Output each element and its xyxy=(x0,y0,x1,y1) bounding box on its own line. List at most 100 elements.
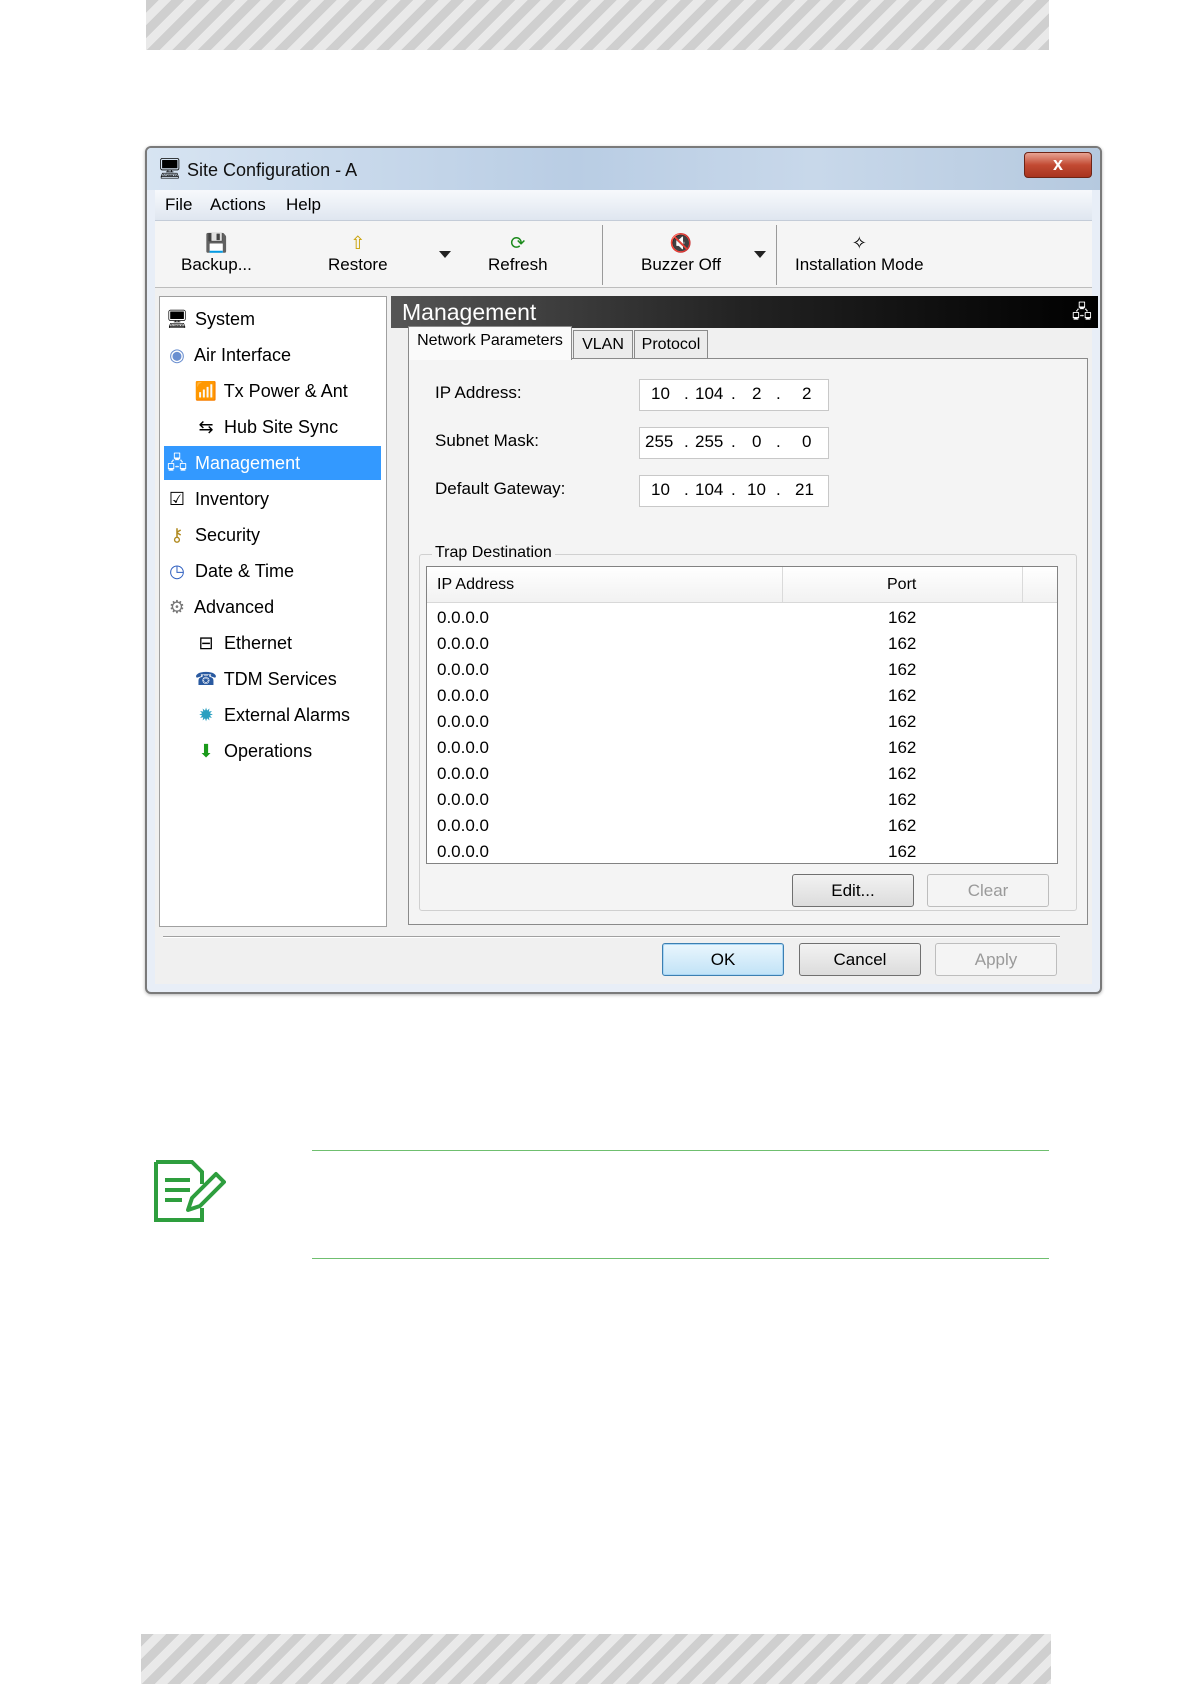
table-row[interactable]: 0.0.0.0 162 xyxy=(427,734,1057,760)
sync-icon: ⇆ xyxy=(198,417,214,437)
tree-item-security[interactable]: ⚷ Security xyxy=(164,518,384,552)
buzzer-off-icon: 🔇 xyxy=(669,233,693,253)
tree-item-tx-power[interactable]: 📶 Tx Power & Ant xyxy=(193,374,383,408)
title-bar[interactable]: 🖥 Site Configuration - A x xyxy=(147,148,1100,190)
tree-item-label: Ethernet xyxy=(224,633,293,653)
octet-dot: . xyxy=(731,432,736,451)
octet-dot: . xyxy=(684,480,689,499)
menu-actions[interactable]: Actions xyxy=(210,195,266,215)
column-divider xyxy=(1022,567,1023,602)
table-row[interactable]: 0.0.0.0 162 xyxy=(427,760,1057,786)
default-gateway-field[interactable]: 10 . 104 . 10 . 21 xyxy=(639,475,829,507)
apply-button[interactable]: Apply xyxy=(935,943,1057,976)
table-row[interactable]: 0.0.0.0 162 xyxy=(427,812,1057,838)
cell-ip: 0.0.0.0 xyxy=(437,608,489,627)
panel-title: Management xyxy=(402,299,537,325)
tdm-icon: ☎ xyxy=(194,669,218,689)
clear-button[interactable]: Clear xyxy=(927,874,1049,907)
ip-address-field[interactable]: 10 . 104 . 2 . 2 xyxy=(639,379,829,411)
button-bar-separator xyxy=(163,936,1060,938)
cell-port: 162 xyxy=(888,790,917,809)
refresh-button[interactable]: ⟳ Refresh xyxy=(488,231,548,275)
tree-item-operations[interactable]: ⬇ Operations xyxy=(193,734,383,768)
column-header-ip-address[interactable]: IP Address xyxy=(437,576,514,594)
tree-item-external-alarms[interactable]: ✹ External Alarms xyxy=(193,698,383,732)
menu-bar: File Actions Help xyxy=(155,190,1092,221)
navigation-tree: 🖥 System ◉ Air Interface 📶 Tx Power & An… xyxy=(159,296,387,927)
table-row[interactable]: 0.0.0.0 162 xyxy=(427,682,1057,708)
air-interface-icon: ◉ xyxy=(169,345,185,365)
octet-dot: . xyxy=(776,384,781,403)
restore-dropdown-icon[interactable] xyxy=(439,251,451,258)
system-icon: 🖥 xyxy=(165,309,189,329)
cell-ip: 0.0.0.0 xyxy=(437,712,489,731)
cell-port: 162 xyxy=(888,738,917,757)
default-gateway-label: Default Gateway: xyxy=(435,479,566,498)
cell-port: 162 xyxy=(888,686,917,705)
note-bottom-rule xyxy=(312,1258,1049,1259)
cell-ip: 0.0.0.0 xyxy=(437,790,489,809)
ip-octet: 10 xyxy=(651,384,670,403)
table-row[interactable]: 0.0.0.0 162 xyxy=(427,708,1057,734)
window-client: File Actions Help 💾 Backup... ⇧ Restore … xyxy=(155,190,1098,984)
cell-ip: 0.0.0.0 xyxy=(437,686,489,705)
column-header-port[interactable]: Port xyxy=(887,576,916,594)
menu-help[interactable]: Help xyxy=(286,195,321,215)
tree-item-label: Management xyxy=(195,453,301,473)
restore-label: Restore xyxy=(328,255,388,274)
backup-label: Backup... xyxy=(181,255,252,274)
cell-port: 162 xyxy=(888,608,917,627)
installation-mode-button[interactable]: ✧ Installation Mode xyxy=(795,231,924,275)
tree-item-ethernet[interactable]: ⊟ Ethernet xyxy=(193,626,383,660)
tree-item-label: Advanced xyxy=(194,597,275,617)
buzzer-off-button[interactable]: 🔇 Buzzer Off xyxy=(641,231,721,275)
ip-octet: 2 xyxy=(752,384,762,403)
backup-button[interactable]: 💾 Backup... xyxy=(181,231,252,275)
tree-item-label: Inventory xyxy=(195,489,270,509)
tree-item-management[interactable]: 🖧 Management xyxy=(164,446,381,480)
cancel-button[interactable]: Cancel xyxy=(799,943,921,976)
ok-button[interactable]: OK xyxy=(662,943,784,976)
table-row[interactable]: 0.0.0.0 162 xyxy=(427,630,1057,656)
ethernet-icon: ⊟ xyxy=(198,633,214,653)
cell-port: 162 xyxy=(888,660,917,679)
site-configuration-window: 🖥 Site Configuration - A x File Actions … xyxy=(145,146,1102,994)
subnet-mask-field[interactable]: 255 . 255 . 0 . 0 xyxy=(639,427,829,459)
table-row[interactable]: 0.0.0.0 162 xyxy=(427,656,1057,682)
tree-item-inventory[interactable]: ☑ Inventory xyxy=(164,482,384,516)
restore-icon: ⇧ xyxy=(350,233,366,253)
trap-destination-table: IP Address Port 0.0.0.0 162 0.0.0.0 162 0.… xyxy=(426,566,1058,864)
tree-item-date-time[interactable]: ◷ Date & Time xyxy=(164,554,384,588)
tab-vlan[interactable]: VLAN xyxy=(573,330,633,358)
tree-item-tdm-services[interactable]: ☎ TDM Services xyxy=(193,662,383,696)
buzzer-dropdown-icon[interactable] xyxy=(754,251,766,258)
table-row[interactable]: 0.0.0.0 162 xyxy=(427,838,1057,864)
clock-icon: ◷ xyxy=(169,561,185,581)
keys-icon: ⚷ xyxy=(170,525,184,545)
page-footer-band xyxy=(141,1634,1051,1684)
restore-button[interactable]: ⇧ Restore xyxy=(328,231,388,275)
edit-button[interactable]: Edit... xyxy=(792,874,914,907)
cell-port: 162 xyxy=(888,764,917,783)
tree-item-hub-site-sync[interactable]: ⇆ Hub Site Sync xyxy=(193,410,383,444)
octet-dot: . xyxy=(731,384,736,403)
page-header-band xyxy=(146,0,1049,50)
tree-item-system[interactable]: 🖥 System xyxy=(164,302,384,336)
table-row[interactable]: 0.0.0.0 162 xyxy=(427,786,1057,812)
arrow-down-icon: ⬇ xyxy=(198,741,214,761)
close-button[interactable]: x xyxy=(1024,152,1092,178)
tree-item-air-interface[interactable]: ◉ Air Interface xyxy=(164,338,384,372)
tab-network-parameters[interactable]: Network Parameters xyxy=(408,326,572,360)
ip-octet: 0 xyxy=(752,432,762,451)
tab-protocol[interactable]: Protocol xyxy=(634,330,708,358)
tree-item-label: Air Interface xyxy=(194,345,292,365)
cell-ip: 0.0.0.0 xyxy=(437,842,489,861)
cell-port: 162 xyxy=(888,712,917,731)
note-top-rule xyxy=(312,1150,1049,1151)
cell-ip: 0.0.0.0 xyxy=(437,660,489,679)
menu-file[interactable]: File xyxy=(165,195,192,215)
tree-item-advanced[interactable]: ⚙ Advanced xyxy=(164,590,384,624)
tree-item-label: Hub Site Sync xyxy=(224,417,339,437)
antenna-icon: 📶 xyxy=(194,381,218,401)
table-row[interactable]: 0.0.0.0 162 xyxy=(427,604,1057,630)
